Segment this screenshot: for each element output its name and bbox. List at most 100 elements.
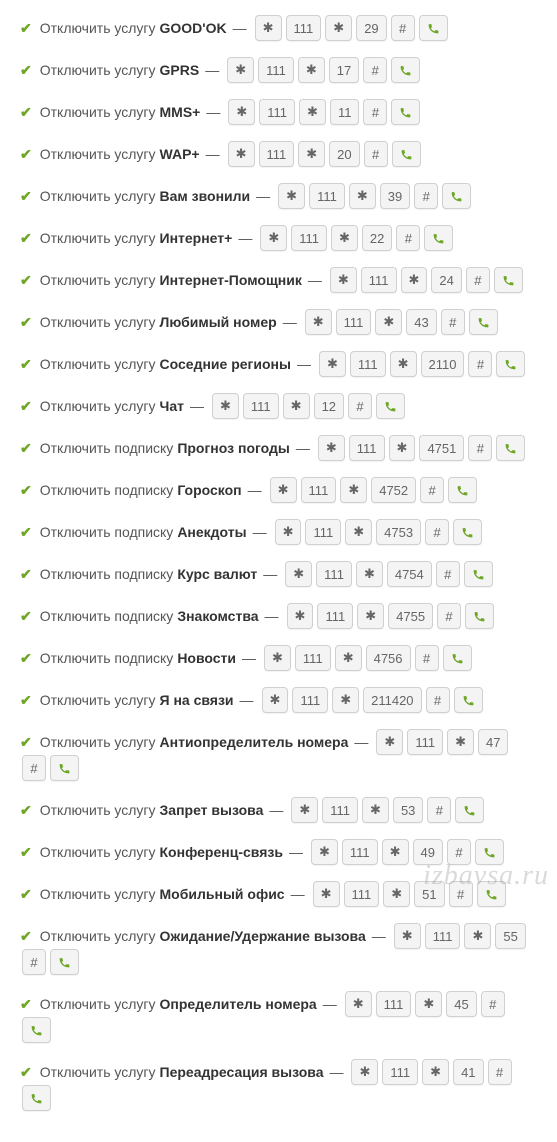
key-star[interactable]: ✱ bbox=[305, 309, 332, 335]
key-code-b[interactable]: 17 bbox=[329, 57, 359, 83]
call-icon[interactable] bbox=[419, 15, 448, 41]
key-code-a[interactable]: 111 bbox=[243, 393, 279, 419]
key-star[interactable]: ✱ bbox=[375, 309, 402, 335]
key-hash[interactable]: # bbox=[363, 99, 387, 125]
key-star[interactable]: ✱ bbox=[362, 797, 389, 823]
key-code-a[interactable]: 111 bbox=[301, 477, 337, 503]
key-code-b[interactable]: 4753 bbox=[376, 519, 421, 545]
key-code-a[interactable]: 111 bbox=[317, 603, 353, 629]
key-code-a[interactable]: 111 bbox=[425, 923, 461, 949]
key-hash[interactable]: # bbox=[364, 141, 388, 167]
key-code-a[interactable]: 111 bbox=[382, 1059, 418, 1085]
key-star[interactable]: ✱ bbox=[228, 141, 255, 167]
key-hash[interactable]: # bbox=[468, 435, 492, 461]
key-star[interactable]: ✱ bbox=[394, 923, 421, 949]
key-hash[interactable]: # bbox=[437, 603, 461, 629]
key-hash[interactable]: # bbox=[420, 477, 444, 503]
key-code-b[interactable]: 43 bbox=[406, 309, 436, 335]
key-hash[interactable]: # bbox=[436, 561, 460, 587]
key-code-a[interactable]: 111 bbox=[349, 435, 385, 461]
key-code-b[interactable]: 22 bbox=[362, 225, 392, 251]
key-code-b[interactable]: 4751 bbox=[419, 435, 464, 461]
key-code-b[interactable]: 4754 bbox=[387, 561, 432, 587]
key-code-a[interactable]: 111 bbox=[376, 991, 412, 1017]
key-code-b[interactable]: 12 bbox=[314, 393, 344, 419]
key-code-b[interactable]: 211420 bbox=[363, 687, 421, 713]
key-hash[interactable]: # bbox=[22, 949, 46, 975]
key-star[interactable]: ✱ bbox=[356, 561, 383, 587]
key-star[interactable]: ✱ bbox=[278, 183, 305, 209]
key-star[interactable]: ✱ bbox=[351, 1059, 378, 1085]
key-star[interactable]: ✱ bbox=[264, 645, 291, 671]
key-star[interactable]: ✱ bbox=[345, 991, 372, 1017]
call-icon[interactable] bbox=[391, 57, 420, 83]
key-code-a[interactable]: 111 bbox=[291, 225, 327, 251]
key-code-a[interactable]: 111 bbox=[295, 645, 331, 671]
call-icon[interactable] bbox=[494, 267, 523, 293]
key-code-b[interactable]: 53 bbox=[393, 797, 423, 823]
key-code-a[interactable]: 111 bbox=[309, 183, 345, 209]
key-code-b[interactable]: 20 bbox=[329, 141, 359, 167]
key-star[interactable]: ✱ bbox=[299, 99, 326, 125]
key-star[interactable]: ✱ bbox=[331, 225, 358, 251]
key-code-a[interactable]: 111 bbox=[344, 881, 380, 907]
key-star[interactable]: ✱ bbox=[382, 839, 409, 865]
key-star[interactable]: ✱ bbox=[262, 687, 289, 713]
key-star[interactable]: ✱ bbox=[275, 519, 302, 545]
key-star[interactable]: ✱ bbox=[349, 183, 376, 209]
key-star[interactable]: ✱ bbox=[464, 923, 491, 949]
key-star[interactable]: ✱ bbox=[345, 519, 372, 545]
key-star[interactable]: ✱ bbox=[283, 393, 310, 419]
call-icon[interactable] bbox=[469, 309, 498, 335]
call-icon[interactable] bbox=[442, 183, 471, 209]
call-icon[interactable] bbox=[50, 949, 79, 975]
call-icon[interactable] bbox=[454, 687, 483, 713]
key-hash[interactable]: # bbox=[415, 645, 439, 671]
key-hash[interactable]: # bbox=[22, 755, 46, 781]
key-hash[interactable]: # bbox=[488, 1059, 512, 1085]
call-icon[interactable] bbox=[50, 755, 79, 781]
key-star[interactable]: ✱ bbox=[287, 603, 314, 629]
key-star[interactable]: ✱ bbox=[313, 881, 340, 907]
key-code-b[interactable]: 29 bbox=[356, 15, 386, 41]
key-code-a[interactable]: 111 bbox=[350, 351, 386, 377]
key-hash[interactable]: # bbox=[363, 57, 387, 83]
key-hash[interactable]: # bbox=[481, 991, 505, 1017]
call-icon[interactable] bbox=[443, 645, 472, 671]
call-icon[interactable] bbox=[392, 141, 421, 167]
key-code-b[interactable]: 45 bbox=[446, 991, 476, 1017]
key-star[interactable]: ✱ bbox=[270, 477, 297, 503]
key-star[interactable]: ✱ bbox=[389, 435, 416, 461]
key-code-a[interactable]: 111 bbox=[336, 309, 372, 335]
call-icon[interactable] bbox=[464, 561, 493, 587]
key-hash[interactable]: # bbox=[468, 351, 492, 377]
key-star[interactable]: ✱ bbox=[228, 99, 255, 125]
key-star[interactable]: ✱ bbox=[390, 351, 417, 377]
key-star[interactable]: ✱ bbox=[335, 645, 362, 671]
key-hash[interactable]: # bbox=[426, 687, 450, 713]
call-icon[interactable] bbox=[465, 603, 494, 629]
key-code-b[interactable]: 4756 bbox=[366, 645, 411, 671]
key-code-b[interactable]: 4755 bbox=[388, 603, 433, 629]
key-hash[interactable]: # bbox=[396, 225, 420, 251]
key-code-b[interactable]: 24 bbox=[431, 267, 461, 293]
key-code-a[interactable]: 111 bbox=[259, 141, 295, 167]
key-star[interactable]: ✱ bbox=[383, 881, 410, 907]
key-hash[interactable]: # bbox=[425, 519, 449, 545]
key-star[interactable]: ✱ bbox=[318, 435, 345, 461]
key-star[interactable]: ✱ bbox=[357, 603, 384, 629]
key-star[interactable]: ✱ bbox=[332, 687, 359, 713]
key-star[interactable]: ✱ bbox=[415, 991, 442, 1017]
key-star[interactable]: ✱ bbox=[340, 477, 367, 503]
key-star[interactable]: ✱ bbox=[330, 267, 357, 293]
key-star[interactable]: ✱ bbox=[260, 225, 287, 251]
key-hash[interactable]: # bbox=[441, 309, 465, 335]
key-star[interactable]: ✱ bbox=[212, 393, 239, 419]
key-code-a[interactable]: 111 bbox=[258, 57, 294, 83]
key-star[interactable]: ✱ bbox=[401, 267, 428, 293]
key-hash[interactable]: # bbox=[414, 183, 438, 209]
key-code-b[interactable]: 4752 bbox=[371, 477, 416, 503]
key-star[interactable]: ✱ bbox=[319, 351, 346, 377]
key-hash[interactable]: # bbox=[466, 267, 490, 293]
key-hash[interactable]: # bbox=[391, 15, 415, 41]
